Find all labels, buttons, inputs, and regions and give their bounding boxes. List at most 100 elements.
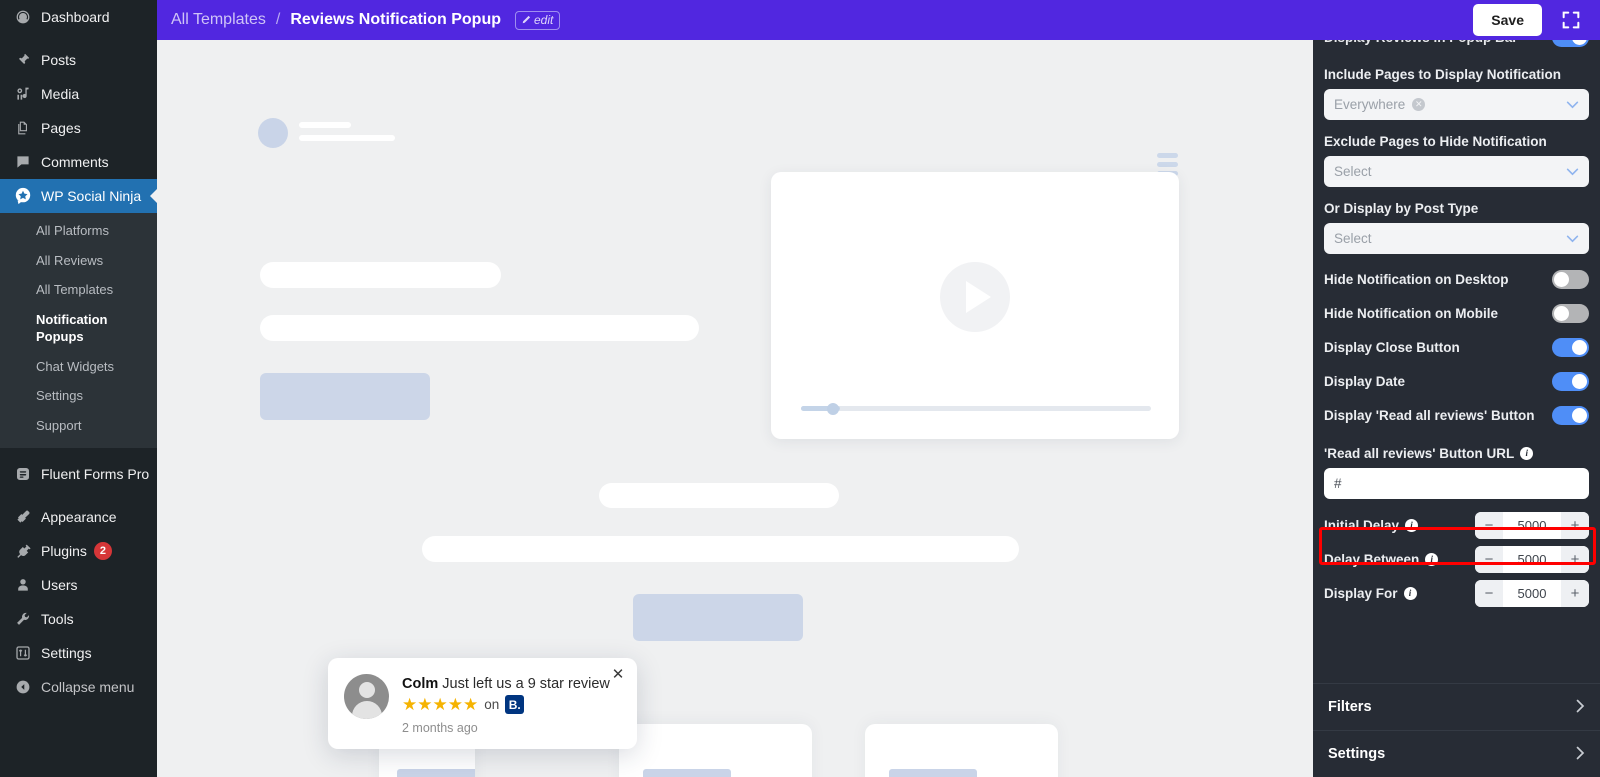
submenu-item-chat-widgets[interactable]: Chat Widgets — [0, 352, 157, 382]
sidebar-item-media[interactable]: Media — [0, 77, 157, 111]
sidebar-item-settings[interactable]: Settings — [0, 636, 157, 670]
chevron-down-icon — [1566, 166, 1579, 178]
sidebar-item-pages[interactable]: Pages — [0, 111, 157, 145]
template-preview-canvas[interactable]: Colm Just left us a 9 star review ★★★★★ … — [157, 40, 1313, 777]
display-for-stepper[interactable]: − 5000 + — [1475, 579, 1589, 607]
setting-label-text: Display For — [1324, 585, 1398, 601]
breadcrumb-all-templates[interactable]: All Templates — [171, 11, 266, 29]
sidebar-item-posts[interactable]: Posts — [0, 43, 157, 77]
editor-body: Colm Just left us a 9 star review ★★★★★ … — [157, 40, 1600, 777]
display-read-all-reviews-button-toggle[interactable] — [1552, 405, 1589, 425]
delay-between-value[interactable]: 5000 — [1503, 552, 1561, 567]
sidebar-divider — [0, 448, 157, 457]
accordion-settings[interactable]: Settings — [1313, 730, 1600, 777]
info-icon[interactable]: i — [1403, 586, 1417, 600]
settings-panel-accordions: Filters Settings — [1313, 683, 1600, 777]
setting-row-hide-on-desktop[interactable]: Hide Notification on Desktop — [1324, 262, 1589, 296]
info-icon[interactable]: i — [1425, 552, 1439, 566]
play-button-icon[interactable] — [940, 262, 1010, 333]
review-text: Just left us a 9 star review — [442, 675, 610, 692]
info-icon[interactable]: i — [1405, 518, 1419, 532]
submenu-item-all-templates[interactable]: All Templates — [0, 275, 157, 305]
fullscreen-icon[interactable] — [1560, 9, 1582, 31]
include-pages-label: Include Pages to Display Notification — [1324, 67, 1562, 82]
increment-button[interactable]: + — [1561, 579, 1589, 607]
submenu-item-all-reviews[interactable]: All Reviews — [0, 246, 157, 276]
sidebar-item-wp-social-ninja[interactable]: WP Social Ninja — [0, 179, 157, 213]
hide-notification-on-desktop-toggle[interactable] — [1552, 269, 1589, 289]
edit-title-button[interactable]: edit — [515, 10, 561, 30]
page-title: Reviews Notification Popup — [290, 11, 501, 28]
increment-button[interactable]: + — [1561, 545, 1589, 573]
exclude-pages-select[interactable]: Select — [1324, 156, 1589, 187]
setting-row-display-date[interactable]: Display Date — [1324, 364, 1589, 398]
initial-delay-value[interactable]: 5000 — [1503, 518, 1561, 533]
settings-panel-scroll[interactable]: Display Reviews in Popup Bar Include Pag… — [1313, 40, 1600, 683]
sidebar-item-dashboard[interactable]: Dashboard — [0, 0, 157, 34]
app-topbar: All Templates / Reviews Notification Pop… — [157, 0, 1600, 40]
sidebar-item-plugins[interactable]: Plugins 2 — [0, 534, 157, 568]
read-all-reviews-url-input[interactable] — [1324, 468, 1589, 499]
chevron-right-icon — [1576, 699, 1585, 716]
setting-row-delay-between[interactable]: Delay Between i − 5000 + — [1324, 542, 1589, 576]
sidebar-item-label: Users — [41, 577, 78, 594]
breadcrumb-separator: / — [275, 11, 281, 28]
close-icon[interactable]: ✕ — [610, 666, 626, 683]
wp-admin-sidebar: Dashboard Posts Media Pages Comments WP … — [0, 0, 157, 777]
accordion-label: Settings — [1328, 746, 1386, 762]
submenu-item-support[interactable]: Support — [0, 411, 157, 441]
wrench-icon — [10, 611, 36, 627]
collapse-icon — [10, 679, 36, 695]
skeleton-card — [865, 724, 1058, 777]
setting-row-display-reviews-in-popup-bar[interactable]: Display Reviews in Popup Bar — [1324, 40, 1589, 53]
submenu-item-settings[interactable]: Settings — [0, 381, 157, 411]
skeleton-card-line — [643, 769, 731, 777]
sidebar-item-label: Comments — [41, 154, 109, 170]
video-progress-track[interactable] — [801, 402, 1151, 415]
info-icon[interactable]: i — [1520, 447, 1534, 460]
display-for-value[interactable]: 5000 — [1503, 586, 1561, 601]
submenu-item-notification-popups[interactable]: Notification Popups — [0, 305, 157, 352]
review-notification-popup[interactable]: Colm Just left us a 9 star review ★★★★★ … — [328, 657, 637, 749]
video-progress-knob[interactable] — [826, 402, 839, 415]
sidebar-item-appearance[interactable]: Appearance — [0, 500, 157, 534]
setting-row-display-for[interactable]: Display For i − 5000 + — [1324, 576, 1589, 610]
setting-label: Initial Delay i — [1324, 518, 1419, 533]
sidebar-item-collapse-menu[interactable]: Collapse menu — [0, 670, 157, 704]
setting-row-hide-on-mobile[interactable]: Hide Notification on Mobile — [1324, 296, 1589, 330]
initial-delay-stepper[interactable]: − 5000 + — [1475, 511, 1589, 539]
submenu-item-all-platforms[interactable]: All Platforms — [0, 216, 157, 246]
review-date: 2 months ago — [402, 721, 478, 735]
setting-row-display-close-button[interactable]: Display Close Button — [1324, 330, 1589, 364]
setting-row-display-read-all-reviews[interactable]: Display 'Read all reviews' Button — [1324, 398, 1589, 432]
decrement-button[interactable]: − — [1475, 545, 1503, 573]
skeleton-bar — [260, 262, 501, 288]
video-preview-card[interactable] — [771, 172, 1179, 439]
post-type-select[interactable]: Select — [1324, 223, 1589, 254]
setting-label: Delay Between i — [1324, 552, 1439, 567]
delay-between-stepper[interactable]: − 5000 + — [1475, 545, 1589, 573]
skeleton-card-line — [889, 769, 977, 777]
skeleton-avatar — [258, 118, 288, 148]
remove-tag-icon[interactable]: ✕ — [1412, 98, 1426, 111]
sidebar-item-fluent-forms-pro[interactable]: Fluent Forms Pro — [0, 457, 157, 491]
sidebar-item-tools[interactable]: Tools — [0, 602, 157, 636]
sidebar-item-comments[interactable]: Comments — [0, 145, 157, 179]
chevron-down-icon — [1566, 233, 1579, 245]
accordion-filters[interactable]: Filters — [1313, 683, 1600, 730]
increment-button[interactable]: + — [1561, 511, 1589, 539]
setting-row-initial-delay[interactable]: Initial Delay i − 5000 + — [1324, 508, 1589, 542]
hide-notification-on-mobile-toggle[interactable] — [1552, 303, 1589, 323]
decrement-button[interactable]: − — [1475, 579, 1503, 607]
skeleton-bar — [422, 536, 1019, 562]
display-close-button-toggle[interactable] — [1552, 337, 1589, 357]
dashboard-icon — [10, 9, 36, 25]
display-reviews-in-popup-bar-toggle[interactable] — [1552, 40, 1589, 47]
decrement-button[interactable]: − — [1475, 511, 1503, 539]
post-type-placeholder: Select — [1334, 231, 1372, 246]
save-button[interactable]: Save — [1473, 4, 1542, 36]
settings-panel: Display Reviews in Popup Bar Include Pag… — [1313, 40, 1600, 777]
sidebar-item-users[interactable]: Users — [0, 568, 157, 602]
display-date-toggle[interactable] — [1552, 371, 1589, 391]
include-pages-select[interactable]: Everywhere ✕ — [1324, 89, 1589, 120]
